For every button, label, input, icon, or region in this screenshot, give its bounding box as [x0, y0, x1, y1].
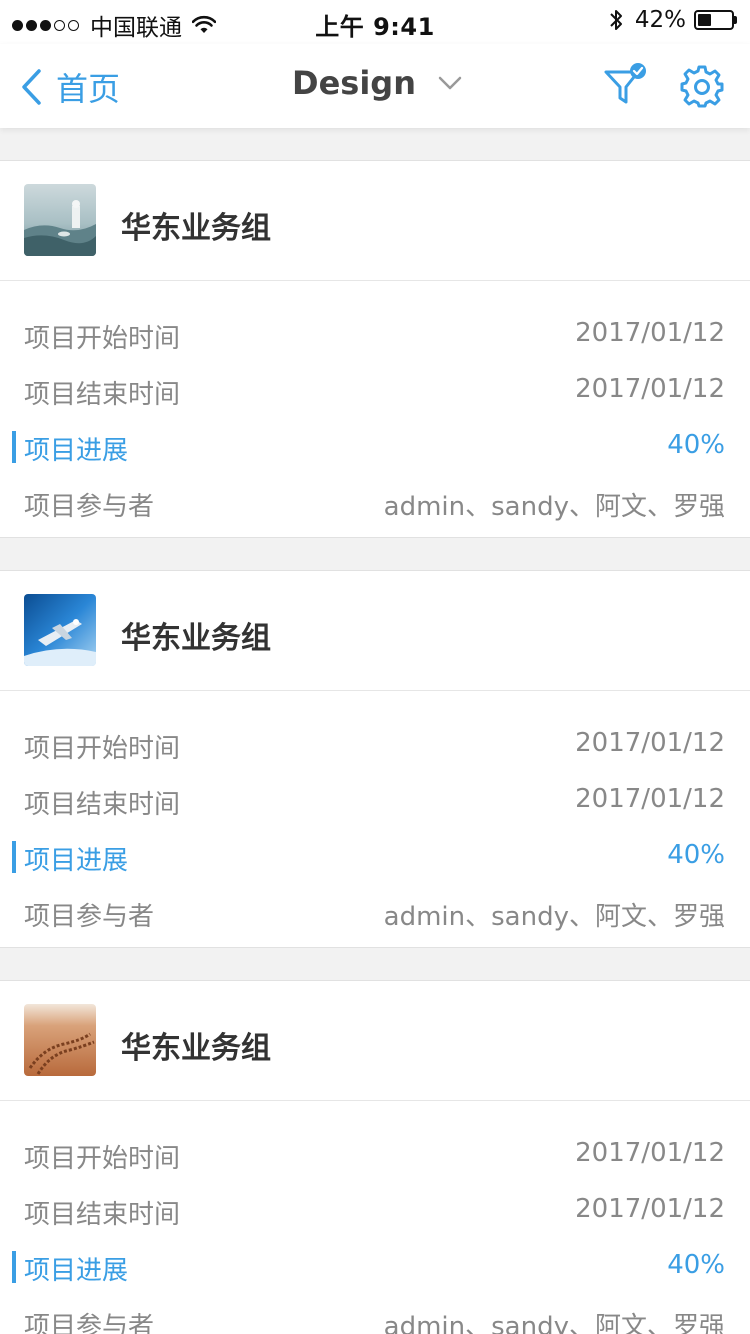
group-thumbnail [24, 184, 96, 256]
status-right: 42% [609, 7, 738, 33]
row-label: 项目结束时间 [24, 380, 181, 410]
row-value: 2017/01/12 [575, 374, 725, 404]
row-value: admin、sandy、阿文、罗强 [383, 902, 725, 932]
row-label: 项目参与者 [24, 1312, 155, 1334]
row-label: 项目进展 [24, 846, 129, 876]
card-header: 华东业务组 [0, 571, 750, 691]
back-label: 首页 [56, 70, 121, 108]
end-time-row: 项目结束时间 2017/01/12 [0, 774, 750, 830]
row-value: admin、sandy、阿文、罗强 [383, 1312, 725, 1334]
page-title: Design [292, 64, 416, 102]
start-time-row: 项目开始时间 2017/01/12 [0, 718, 750, 774]
end-time-row: 项目结束时间 2017/01/12 [0, 1184, 750, 1240]
battery-icon [694, 10, 738, 30]
row-value: 40% [667, 1250, 725, 1280]
card-header: 华东业务组 [0, 981, 750, 1101]
bluetooth-icon [610, 10, 622, 30]
row-label: 项目结束时间 [24, 790, 181, 820]
group-thumbnail [24, 1004, 96, 1076]
row-label: 项目参与者 [24, 492, 155, 522]
accent-bar [12, 1251, 16, 1283]
group-name: 华东业务组 [121, 621, 271, 656]
card-header: 华东业务组 [0, 161, 750, 281]
participants-row: 项目参与者 admin、sandy、阿文、罗强 [0, 476, 750, 532]
gear-icon[interactable] [680, 64, 724, 108]
accent-bar [12, 431, 16, 463]
row-value: 2017/01/12 [575, 318, 725, 348]
row-value: 2017/01/12 [575, 1138, 725, 1168]
row-label: 项目参与者 [24, 902, 155, 932]
status-bar: 中国联通 上午 9:41 42% [0, 0, 750, 44]
filter-icon[interactable] [602, 62, 650, 110]
group-name: 华东业务组 [121, 1031, 271, 1066]
accent-bar [12, 841, 16, 873]
back-button[interactable]: 首页 [20, 64, 120, 110]
row-value: 2017/01/12 [575, 1194, 725, 1224]
row-value: 40% [667, 840, 725, 870]
project-details: 项目开始时间 2017/01/12 项目结束时间 2017/01/12 项目进展… [0, 281, 750, 532]
project-card[interactable]: 华东业务组 项目开始时间 2017/01/12 项目结束时间 2017/01/1… [0, 160, 750, 538]
end-time-row: 项目结束时间 2017/01/12 [0, 364, 750, 420]
row-value: 40% [667, 430, 725, 460]
row-label: 项目开始时间 [24, 324, 181, 354]
row-label: 项目结束时间 [24, 1200, 181, 1230]
row-value: 2017/01/12 [575, 728, 725, 758]
row-value: 2017/01/12 [575, 784, 725, 814]
title-dropdown[interactable]: Design [292, 64, 462, 102]
row-label: 项目开始时间 [24, 1144, 181, 1174]
participants-row: 项目参与者 admin、sandy、阿文、罗强 [0, 1296, 750, 1334]
project-list: 华东业务组 项目开始时间 2017/01/12 项目结束时间 2017/01/1… [0, 128, 750, 1334]
chevron-left-icon [22, 69, 41, 105]
project-details: 项目开始时间 2017/01/12 项目结束时间 2017/01/12 项目进展… [0, 1101, 750, 1334]
battery-percent: 42% [634, 7, 686, 33]
row-label: 项目开始时间 [24, 734, 181, 764]
navigation-bar: 首页 Design [0, 44, 750, 128]
chevron-down-icon [438, 76, 462, 90]
project-card[interactable]: 华东业务组 项目开始时间 2017/01/12 项目结束时间 2017/01/1… [0, 570, 750, 948]
participants-row: 项目参与者 admin、sandy、阿文、罗强 [0, 886, 750, 942]
row-value: admin、sandy、阿文、罗强 [383, 492, 725, 522]
start-time-row: 项目开始时间 2017/01/12 [0, 308, 750, 364]
group-name: 华东业务组 [121, 211, 271, 246]
progress-row: 项目进展 40% [0, 1240, 750, 1296]
project-card[interactable]: 华东业务组 项目开始时间 2017/01/12 项目结束时间 2017/01/1… [0, 980, 750, 1334]
group-thumbnail [24, 594, 96, 666]
project-details: 项目开始时间 2017/01/12 项目结束时间 2017/01/12 项目进展… [0, 691, 750, 942]
row-label: 项目进展 [24, 436, 129, 466]
progress-row: 项目进展 40% [0, 420, 750, 476]
progress-row: 项目进展 40% [0, 830, 750, 886]
start-time-row: 项目开始时间 2017/01/12 [0, 1128, 750, 1184]
row-label: 项目进展 [24, 1256, 129, 1286]
